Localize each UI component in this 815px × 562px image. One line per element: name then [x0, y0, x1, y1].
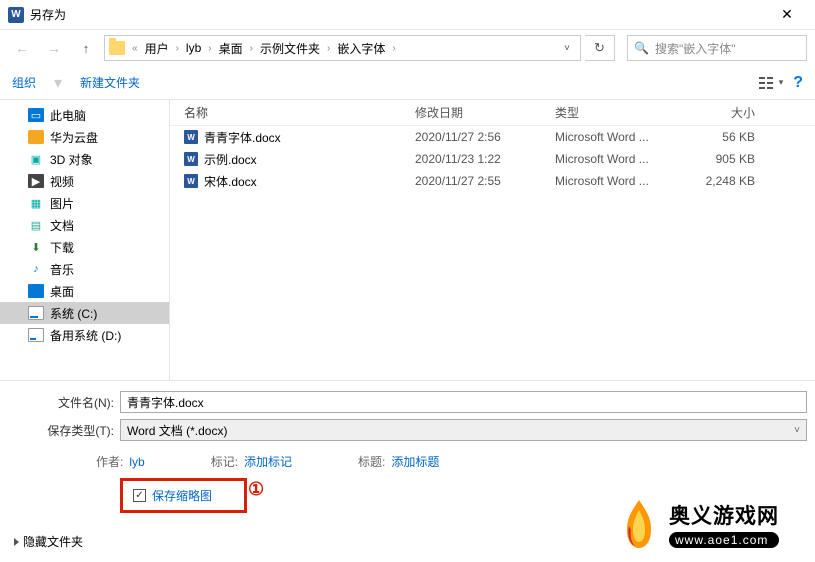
save-thumbnail-label: 保存缩略图	[152, 487, 212, 504]
docx-icon: W	[184, 130, 198, 144]
drive-icon	[28, 306, 44, 320]
chevron-icon: ›	[247, 43, 256, 54]
breadcrumb[interactable]: 桌面	[217, 40, 245, 57]
sidebar-item-pc[interactable]: ▭此电脑	[0, 104, 169, 126]
watermark-url: www.aoe1.com	[669, 532, 779, 548]
drive-icon	[28, 328, 44, 342]
tag-label: 标记:	[211, 453, 238, 470]
video-icon: ▶	[28, 174, 44, 188]
filename-label: 文件名(N):	[8, 394, 120, 411]
close-button[interactable]: ✕	[767, 0, 807, 30]
search-input[interactable]: 🔍 搜索"嵌入字体"	[627, 35, 807, 61]
titlebar: W 另存为 ✕	[0, 0, 815, 30]
file-row[interactable]: W宋体.docx 2020/11/27 2:55 Microsoft Word …	[170, 170, 815, 192]
filetype-label: 保存类型(T):	[8, 422, 120, 439]
word-icon: W	[8, 7, 24, 23]
column-name[interactable]: 名称	[170, 104, 415, 121]
chevron-icon: ›	[173, 43, 182, 54]
sidebar-item-3d[interactable]: ▣3D 对象	[0, 148, 169, 170]
sidebar-item-documents[interactable]: ▤文档	[0, 214, 169, 236]
triangle-icon	[14, 538, 19, 546]
breadcrumb[interactable]: 嵌入字体	[335, 40, 387, 57]
chevron-icon: ›	[205, 43, 214, 54]
search-placeholder: 搜索"嵌入字体"	[655, 40, 736, 57]
pc-icon: ▭	[28, 108, 44, 122]
filetype-select[interactable]: Word 文档 (*.docx) ˅	[120, 419, 807, 441]
chevron-icon: ›	[389, 43, 398, 54]
picture-icon: ▦	[28, 196, 44, 210]
document-icon: ▤	[28, 218, 44, 232]
view-mode-button[interactable]: ▾	[759, 76, 784, 90]
breadcrumb[interactable]: lyb	[184, 41, 203, 55]
title-meta-value[interactable]: 添加标题	[391, 453, 439, 470]
save-thumbnail-checkbox[interactable]: ✓	[133, 489, 146, 502]
window-title: 另存为	[30, 6, 767, 23]
back-button[interactable]: ←	[8, 35, 36, 61]
download-icon: ⬇	[28, 240, 44, 254]
annotation-box-1: ✓ 保存缩略图	[120, 478, 247, 513]
docx-icon: W	[184, 174, 198, 188]
new-folder-button[interactable]: 新建文件夹	[80, 74, 140, 91]
breadcrumb[interactable]: 用户	[143, 40, 171, 57]
author-label: 作者:	[96, 453, 123, 470]
organize-button[interactable]: 组织	[12, 74, 36, 91]
desktop-icon	[28, 284, 44, 298]
sidebar-item-video[interactable]: ▶视频	[0, 170, 169, 192]
navbar: ← → ↑ « 用户 › lyb › 桌面 › 示例文件夹 › 嵌入字体 › ˅…	[0, 30, 815, 66]
watermark-text: 奥义游戏网	[669, 500, 779, 530]
watermark-logo	[613, 496, 665, 552]
folder-icon	[109, 41, 125, 55]
sidebar-item-drive-c[interactable]: 系统 (C:)	[0, 302, 169, 324]
toolbar: 组织 ▾ 新建文件夹 ▾ ?	[0, 66, 815, 100]
sidebar-item-music[interactable]: ♪音乐	[0, 258, 169, 280]
up-button[interactable]: ↑	[72, 35, 100, 61]
help-icon[interactable]: ?	[793, 74, 803, 92]
hide-folders-button[interactable]: 隐藏文件夹	[14, 533, 83, 550]
docx-icon: W	[184, 152, 198, 166]
watermark: 奥义游戏网 www.aoe1.com	[613, 488, 813, 560]
sidebar-item-drive-d[interactable]: 备用系统 (D:)	[0, 324, 169, 346]
sidebar-item-pictures[interactable]: ▦图片	[0, 192, 169, 214]
list-view-icon	[759, 76, 777, 90]
annotation-number-1: ①	[248, 479, 264, 500]
cube-icon: ▣	[28, 152, 44, 166]
title-meta-label: 标题:	[358, 453, 385, 470]
body: ▭此电脑 华为云盘 ▣3D 对象 ▶视频 ▦图片 ▤文档 ⬇下载 ♪音乐 桌面 …	[0, 100, 815, 380]
refresh-button[interactable]: ↻	[585, 35, 615, 61]
music-icon: ♪	[28, 262, 44, 276]
tag-value[interactable]: 添加标记	[244, 453, 292, 470]
breadcrumb[interactable]: 示例文件夹	[258, 40, 322, 57]
flame-icon	[613, 496, 665, 552]
file-row[interactable]: W示例.docx 2020/11/23 1:22 Microsoft Word …	[170, 148, 815, 170]
chevron-down-icon: ˅	[794, 425, 800, 436]
sidebar: ▭此电脑 华为云盘 ▣3D 对象 ▶视频 ▦图片 ▤文档 ⬇下载 ♪音乐 桌面 …	[0, 100, 170, 380]
column-size[interactable]: 大小	[695, 104, 765, 121]
sidebar-item-desktop[interactable]: 桌面	[0, 280, 169, 302]
chevron-icon: «	[129, 43, 141, 54]
address-dropdown-icon[interactable]: ˅	[558, 43, 576, 54]
sidebar-item-downloads[interactable]: ⬇下载	[0, 236, 169, 258]
author-value[interactable]: lyb	[129, 455, 144, 469]
column-date[interactable]: 修改日期	[415, 104, 555, 121]
separator: ▾	[54, 73, 62, 93]
file-header: 名称 修改日期 类型 大小	[170, 100, 815, 126]
filename-input[interactable]	[120, 391, 807, 413]
cloud-icon	[28, 130, 44, 144]
search-icon: 🔍	[634, 41, 649, 55]
sidebar-item-cloud[interactable]: 华为云盘	[0, 126, 169, 148]
address-bar[interactable]: « 用户 › lyb › 桌面 › 示例文件夹 › 嵌入字体 › ˅	[104, 35, 581, 61]
file-list: 名称 修改日期 类型 大小 W青青字体.docx 2020/11/27 2:56…	[170, 100, 815, 380]
file-row[interactable]: W青青字体.docx 2020/11/27 2:56 Microsoft Wor…	[170, 126, 815, 148]
forward-button[interactable]: →	[40, 35, 68, 61]
column-type[interactable]: 类型	[555, 104, 695, 121]
chevron-icon: ›	[324, 43, 333, 54]
